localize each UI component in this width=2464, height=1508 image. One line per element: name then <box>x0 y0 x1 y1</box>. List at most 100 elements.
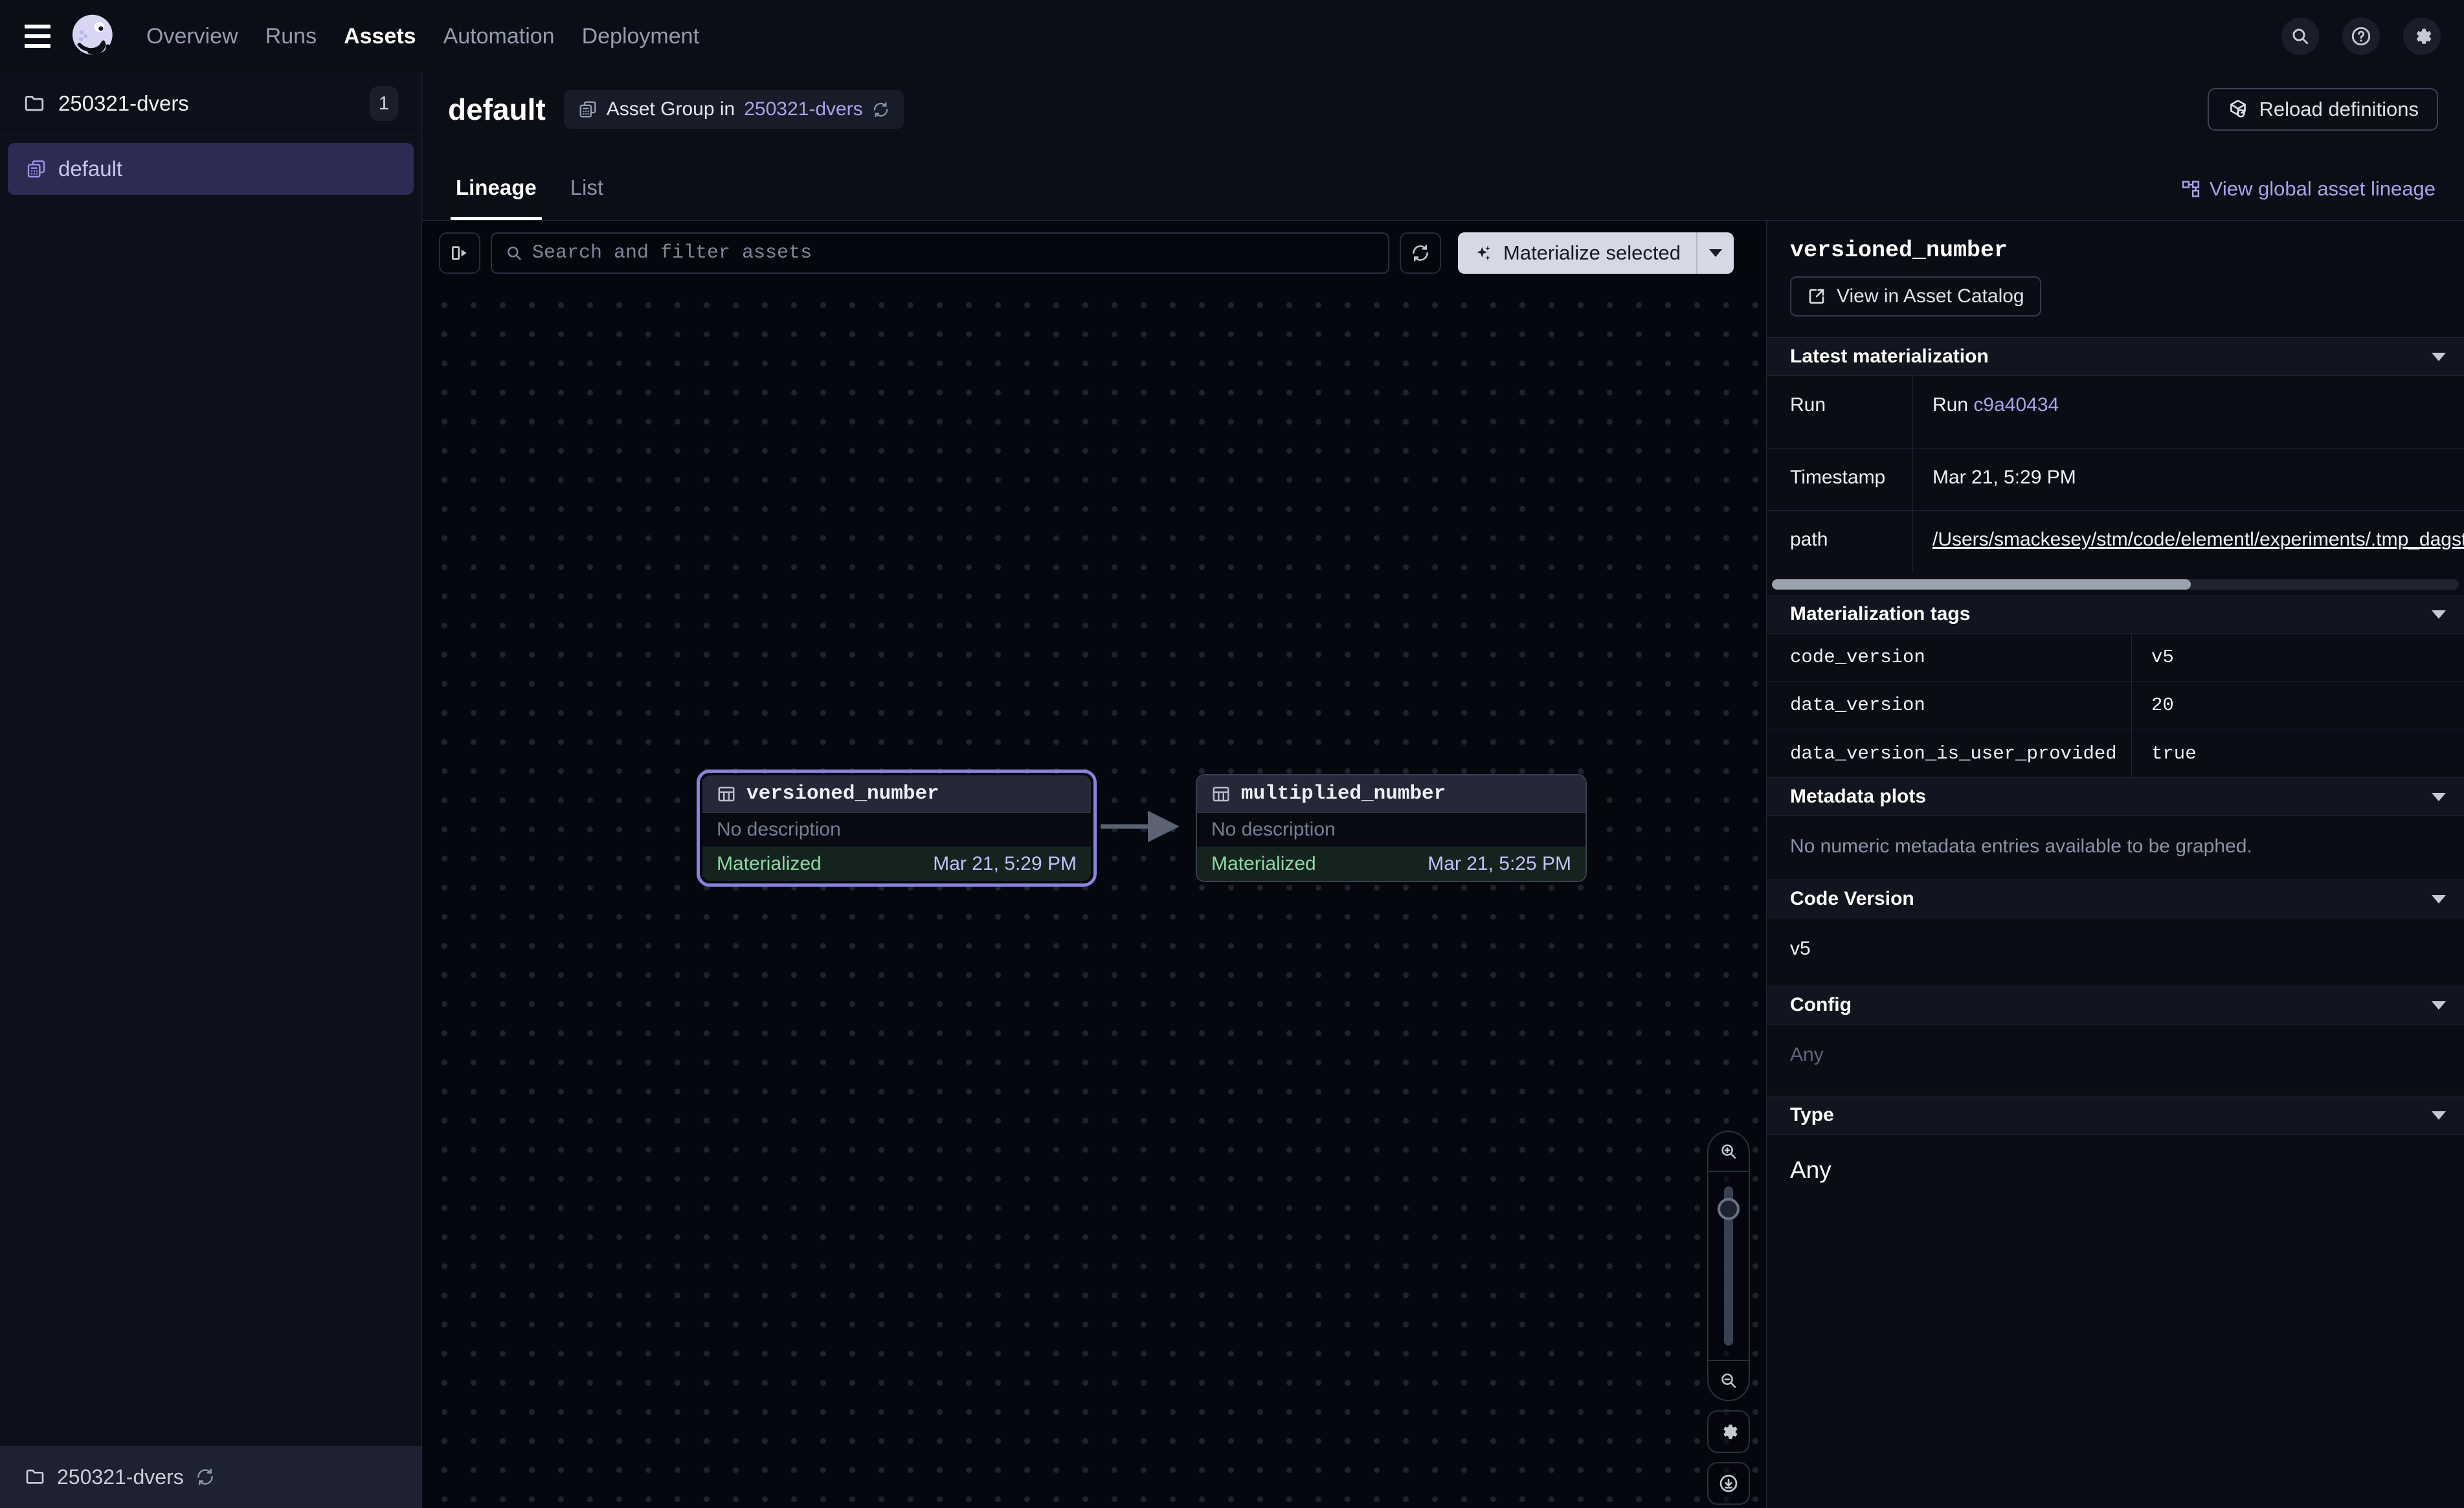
gear-icon <box>1718 1421 1739 1442</box>
zoom-in-button[interactable] <box>1708 1132 1749 1172</box>
sidebar-group-row[interactable]: 250321-dvers 1 <box>0 72 421 135</box>
nav-item-assets[interactable]: Assets <box>344 24 416 49</box>
view-global-asset-lineage-link[interactable]: View global asset lineage <box>2181 177 2436 201</box>
section-latest-materialization[interactable]: Latest materialization <box>1767 337 2464 376</box>
search-icon[interactable] <box>2281 17 2319 55</box>
refresh-graph-button[interactable] <box>1400 232 1441 274</box>
section-materialization-tags[interactable]: Materialization tags <box>1767 595 2464 634</box>
section-code-version[interactable]: Code Version <box>1767 880 2464 918</box>
scrollbar-thumb[interactable] <box>1772 579 2191 590</box>
materialized-timestamp[interactable]: Mar 21, 5:29 PM <box>933 853 1077 875</box>
asset-detail-panel: versioned_number View in Asset Catalog L… <box>1766 221 2464 1508</box>
sparkle-icon <box>1473 243 1494 263</box>
menu-icon[interactable] <box>25 25 50 48</box>
zoom-slider[interactable] <box>1708 1172 1749 1360</box>
timestamp-row-label: Timestamp <box>1767 449 1913 510</box>
asset-node-multiplied-number[interactable]: multiplied_number No description Materia… <box>1196 774 1587 882</box>
nav-item-deployment[interactable]: Deployment <box>582 24 699 49</box>
section-title: Type <box>1790 1104 1834 1126</box>
selected-asset-title: versioned_number <box>1767 221 2464 263</box>
nav-item-automation[interactable]: Automation <box>443 24 555 49</box>
chevron-down-icon <box>2432 1001 2446 1010</box>
zoom-slider-thumb[interactable] <box>1718 1198 1740 1220</box>
table-icon <box>717 784 736 804</box>
view-in-asset-catalog-label: View in Asset Catalog <box>1837 285 2024 307</box>
section-config[interactable]: Config <box>1767 986 2464 1025</box>
config-value: Any <box>1767 1025 2464 1096</box>
chevron-down-icon <box>2432 793 2446 801</box>
reload-cube-icon <box>2227 98 2249 120</box>
panel-expand-icon <box>449 243 470 263</box>
asset-node-description: No description <box>1197 813 1585 847</box>
refresh-icon[interactable] <box>196 1467 215 1487</box>
asset-search-input[interactable] <box>532 242 1375 264</box>
help-icon[interactable] <box>2342 17 2380 55</box>
chevron-down-icon <box>1709 249 1722 257</box>
external-link-icon <box>1807 287 1826 306</box>
tag-value: true <box>2132 743 2197 764</box>
tag-row: data_version 20 <box>1767 682 2464 729</box>
search-icon <box>505 244 523 262</box>
latest-timestamp-row: Timestamp Mar 21, 5:29 PM <box>1767 449 2464 511</box>
expand-panel-button[interactable] <box>439 232 480 274</box>
lineage-graph-icon <box>2181 179 2201 199</box>
page-header: default Asset Group in 250321-dvers <box>422 72 2464 146</box>
tag-row: code_version v5 <box>1767 634 2464 682</box>
chevron-down-icon <box>2432 353 2446 361</box>
run-id-link[interactable]: c9a40434 <box>1973 394 2059 416</box>
sidebar-item-default[interactable]: default <box>8 143 414 195</box>
asset-node-name: multiplied_number <box>1241 782 1446 805</box>
zoom-out-button[interactable] <box>1708 1360 1749 1400</box>
tag-value: 20 <box>2132 694 2174 716</box>
sidebar-item-label: default <box>58 157 122 181</box>
refresh-icon[interactable] <box>872 101 890 118</box>
section-title: Code Version <box>1790 888 1914 910</box>
table-icon <box>1211 784 1231 804</box>
tag-key: code_version <box>1767 634 2132 681</box>
tab-list[interactable]: List <box>565 157 609 220</box>
lineage-canvas[interactable]: Materialize selected <box>422 221 1766 1508</box>
asset-groups-sidebar: 250321-dvers 1 default 250321-dvers <box>0 72 422 1508</box>
section-title: Latest materialization <box>1790 346 1989 368</box>
gear-icon[interactable] <box>2403 17 2441 55</box>
view-in-asset-catalog-button[interactable]: View in Asset Catalog <box>1790 276 2041 316</box>
materialized-timestamp[interactable]: Mar 21, 5:25 PM <box>1428 853 1571 875</box>
graph-settings-button[interactable] <box>1707 1410 1750 1453</box>
section-title: Config <box>1790 994 1852 1016</box>
horizontal-scrollbar[interactable] <box>1772 579 2459 590</box>
section-metadata-plots[interactable]: Metadata plots <box>1767 777 2464 816</box>
asset-group-badge[interactable]: Asset Group in 250321-dvers <box>564 90 904 129</box>
materialize-selected-button[interactable]: Materialize selected <box>1458 232 1734 274</box>
nav-item-overview[interactable]: Overview <box>146 24 238 49</box>
asset-search-box[interactable] <box>491 232 1389 274</box>
tag-value: v5 <box>2132 647 2174 668</box>
path-link[interactable]: /Users/smackesey/stm/code/elementl/exper… <box>1932 529 2464 550</box>
download-image-button[interactable] <box>1707 1462 1750 1505</box>
asset-group-icon <box>578 100 598 119</box>
code-location-footer[interactable]: 250321-dvers <box>0 1446 421 1508</box>
reload-definitions-button[interactable]: Reload definitions <box>2208 88 2438 131</box>
tab-lineage[interactable]: Lineage <box>451 157 542 220</box>
tag-row: data_version_is_user_provided true <box>1767 729 2464 777</box>
group-count-badge: 1 <box>370 86 398 121</box>
materialize-dropdown-caret[interactable] <box>1697 232 1734 274</box>
code-version-value: v5 <box>1767 918 2464 986</box>
graph-dotted-background[interactable] <box>422 285 1766 1508</box>
section-title: Metadata plots <box>1790 786 1926 808</box>
timestamp-value: Mar 21, 5:29 PM <box>1913 449 2464 489</box>
zoom-in-icon <box>1719 1142 1738 1161</box>
folder-icon <box>23 93 45 115</box>
download-icon <box>1718 1473 1739 1494</box>
asset-node-versioned-number[interactable]: versioned_number No description Material… <box>697 770 1097 887</box>
section-type[interactable]: Type <box>1767 1096 2464 1135</box>
chevron-down-icon <box>2432 610 2446 619</box>
dagster-logo[interactable] <box>69 12 118 61</box>
primary-nav: Overview Runs Assets Automation Deployme… <box>146 24 699 49</box>
latest-run-row: Run Run c9a40434 <box>1767 376 2464 449</box>
folder-icon <box>25 1467 45 1487</box>
view-global-asset-lineage-label: View global asset lineage <box>2210 177 2436 201</box>
badge-group-link[interactable]: 250321-dvers <box>744 98 862 120</box>
reload-definitions-label: Reload definitions <box>2259 98 2419 121</box>
nav-item-runs[interactable]: Runs <box>265 24 317 49</box>
tag-key: data_version <box>1767 682 2132 729</box>
